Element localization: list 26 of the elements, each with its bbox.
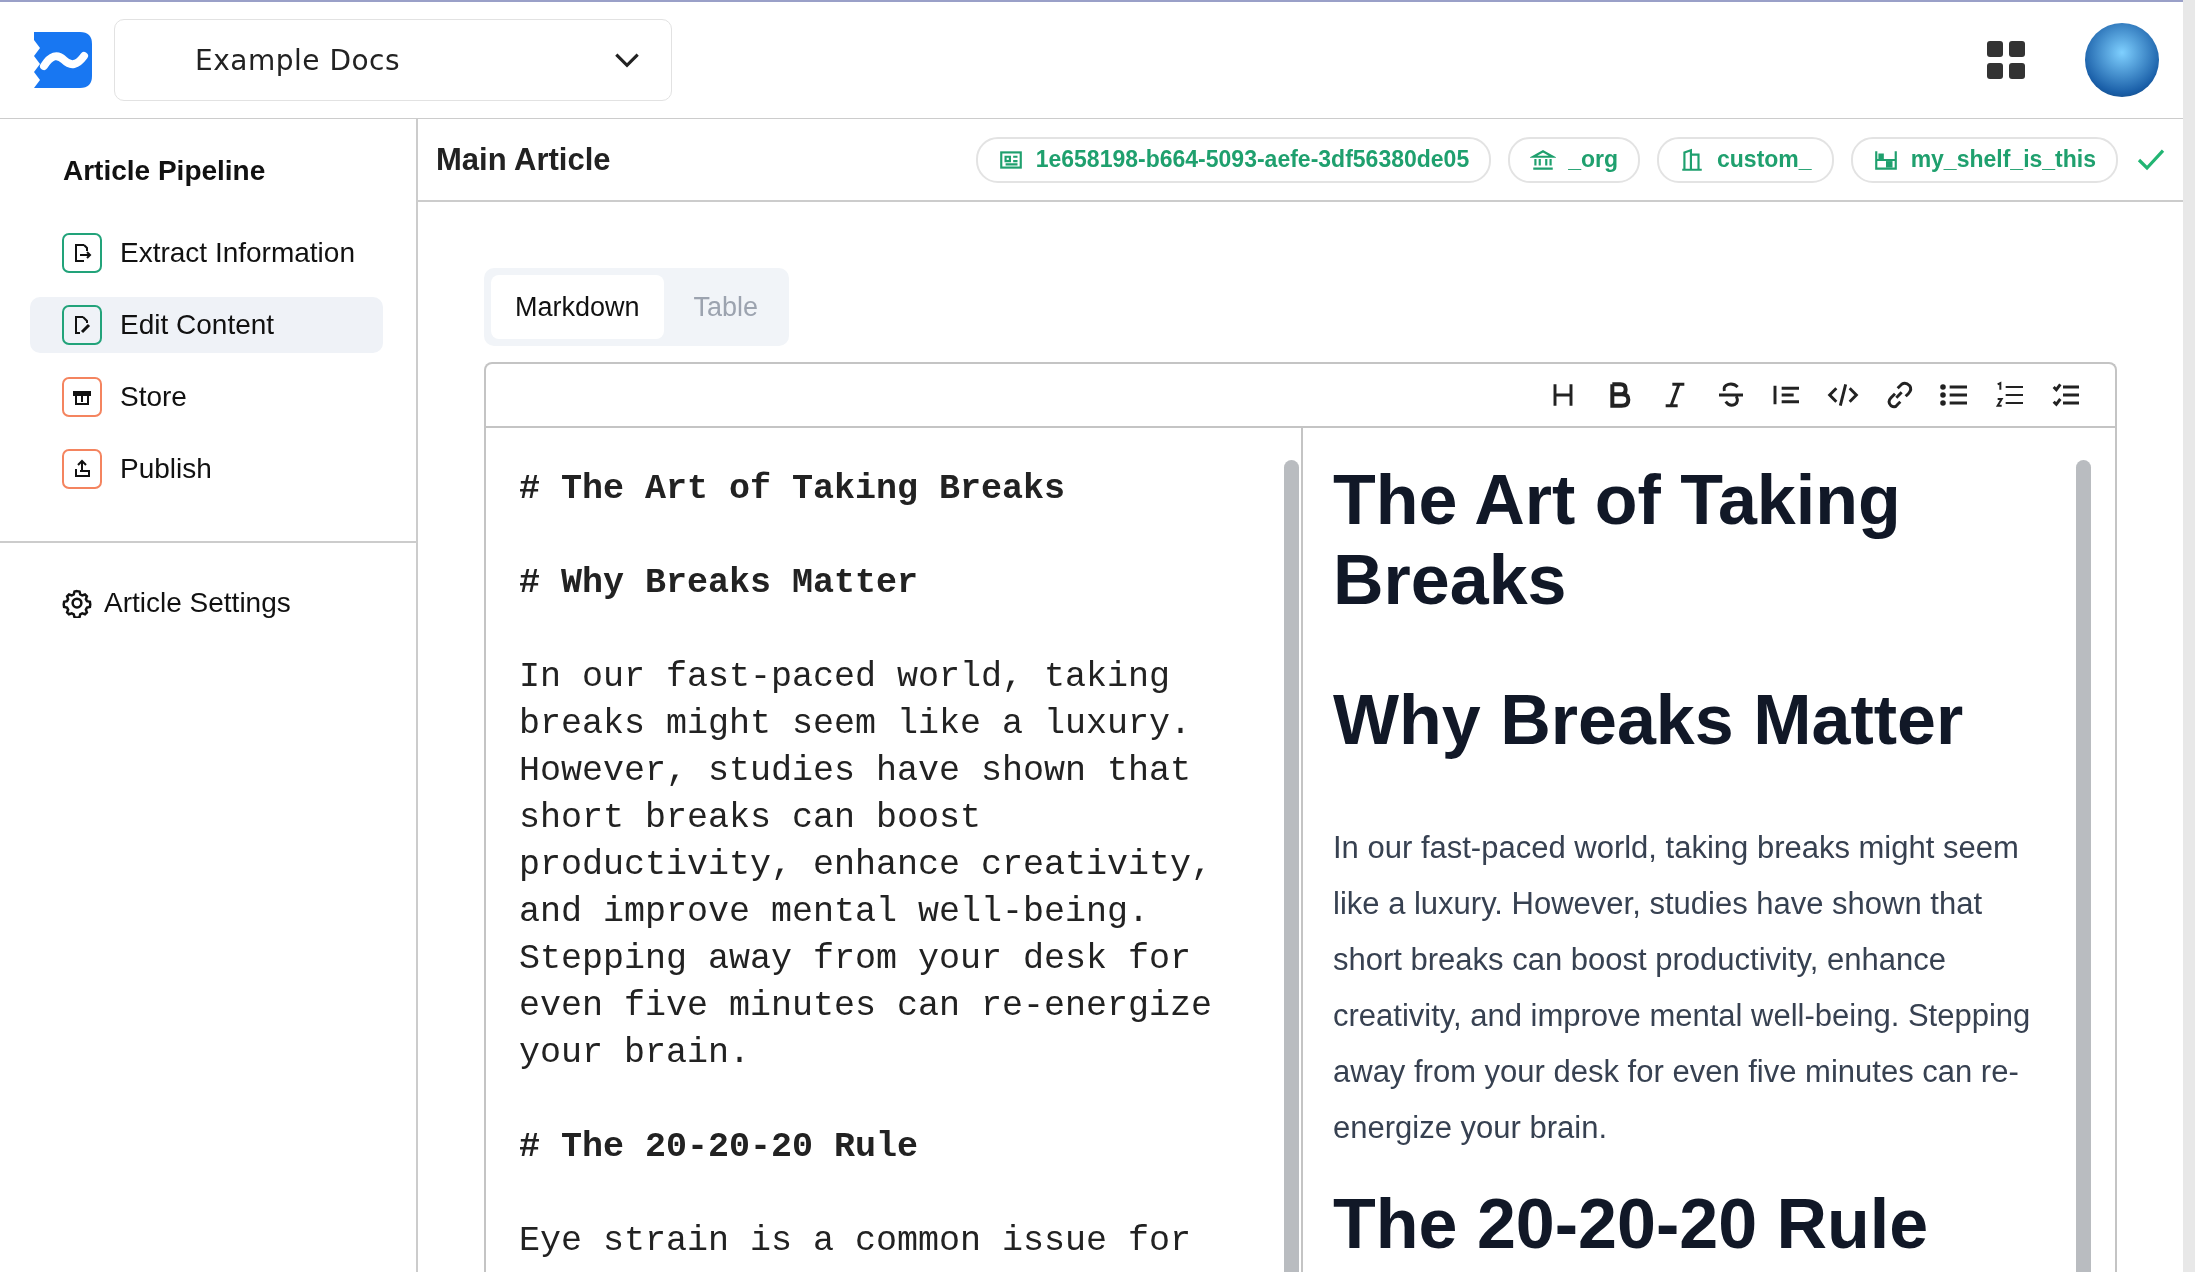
tag-badge: custom_	[1657, 136, 1834, 183]
preview-heading: Why Breaks Matter	[1333, 680, 1965, 760]
sidebar-item[interactable]: Store	[30, 369, 383, 425]
gear-icon	[62, 588, 92, 618]
sidebar-heading: Article Pipeline	[62, 155, 267, 187]
markdown-paragraph: Eye strain is a common issue for	[519, 1220, 1193, 1263]
sidebar-item[interactable]: Publish	[30, 441, 383, 497]
sidebar-item[interactable]: Edit Content	[30, 297, 383, 353]
view-tab[interactable]: Markdown	[491, 275, 664, 339]
workspace-dropdown[interactable]: Example Docs	[114, 19, 672, 101]
scrollbar[interactable]	[1284, 460, 1299, 1272]
apps-grid-icon[interactable]	[1987, 41, 2025, 79]
preview-heading: The Art of Taking Breaks	[1333, 460, 1902, 620]
sidebar-item[interactable]: Extract Information	[30, 225, 383, 281]
tag-badge: _org	[1508, 136, 1641, 183]
markdown-heading: # The 20-20-20 Rule	[519, 1126, 920, 1169]
article-title: Main Article	[436, 141, 611, 178]
tag-badge: 1e658198-b664-5093-aefe-3df56380de05	[975, 136, 1492, 183]
article-settings-link[interactable]: Article Settings	[0, 587, 291, 619]
markdown-heading: # Why Breaks Matter	[519, 562, 920, 605]
preview-paragraph: In our fast-paced world, taking breaks might seem like a luxury. However, studies have shown that short breaks can boost productivity, enhance creativity, and improve mental well-being. Stepping away from your desk for even five minutes can re-energize your brain.	[1333, 829, 2032, 1147]
markdown-heading: # The Art of Taking Breaks	[519, 468, 1067, 511]
preview-heading: The 20-20-20 Rule	[1333, 1184, 1930, 1264]
scrollbar[interactable]	[2076, 460, 2091, 1272]
markdown-paragraph: In our fast-paced world, taking breaks might seem like a luxury. However, studies have shown that short breaks can boost productivity, enhance creativity, and improve mental well-being. Stepping away from your desk for even five minutes can re-energize your brain.	[519, 656, 1214, 1075]
tag-badge: my_shelf_is_this	[1850, 136, 2118, 183]
